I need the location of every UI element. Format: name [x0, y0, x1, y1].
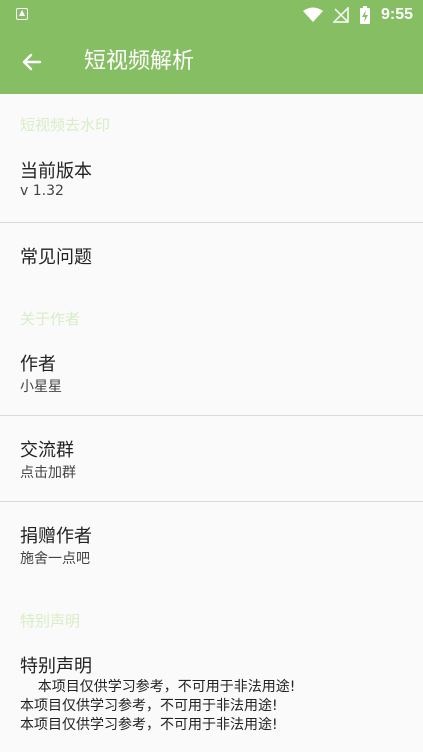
app-bar: 短视频解析 [0, 30, 423, 94]
app-notification-icon [16, 8, 28, 20]
author-value: 小星星 [20, 379, 62, 395]
version-value: v 1.32 [20, 183, 64, 199]
version-title: 当前版本 [20, 161, 92, 182]
section-header-author: 关于作者 [20, 310, 81, 328]
donate-title: 捐赠作者 [20, 526, 92, 547]
section-header-watermark: 短视频去水印 [20, 116, 111, 134]
status-bar: 9:55 [0, 0, 423, 30]
page-title: 短视频解析 [84, 49, 195, 74]
statement-line-1: 本项目仅供学习参考，不可用于非法用途! [20, 679, 296, 695]
status-time: 9:55 [380, 6, 413, 23]
statement-row[interactable]: 特别声明 本项目仅供学习参考，不可用于非法用途! 本项目仅供学习参考，不可用于非… [0, 646, 423, 752]
faq-title: 常见问题 [20, 247, 92, 268]
group-row[interactable]: 交流群 点击加群 [0, 416, 423, 501]
version-row[interactable]: 当前版本 v 1.32 [0, 150, 423, 222]
statement-line-2: 本项目仅供学习参考，不可用于非法用途! [20, 698, 278, 714]
author-title: 作者 [20, 354, 56, 375]
group-value: 点击加群 [20, 465, 76, 481]
no-signal-icon [332, 7, 349, 23]
statement-title: 特别声明 [20, 656, 92, 677]
donate-value: 施舍一点吧 [20, 551, 90, 567]
statement-line-3: 本项目仅供学习参考，不可用于非法用途! [20, 717, 278, 733]
battery-charging-icon [359, 6, 370, 24]
back-arrow-icon[interactable] [20, 50, 44, 74]
donate-row[interactable]: 捐赠作者 施舍一点吧 [0, 502, 423, 588]
wifi-icon [302, 7, 323, 22]
faq-row[interactable]: 常见问题 [0, 223, 423, 287]
section-header-statement: 特别声明 [20, 612, 81, 630]
status-icons: 9:55 [302, 4, 413, 26]
group-title: 交流群 [20, 440, 74, 461]
author-row[interactable]: 作者 小星星 [0, 343, 423, 415]
